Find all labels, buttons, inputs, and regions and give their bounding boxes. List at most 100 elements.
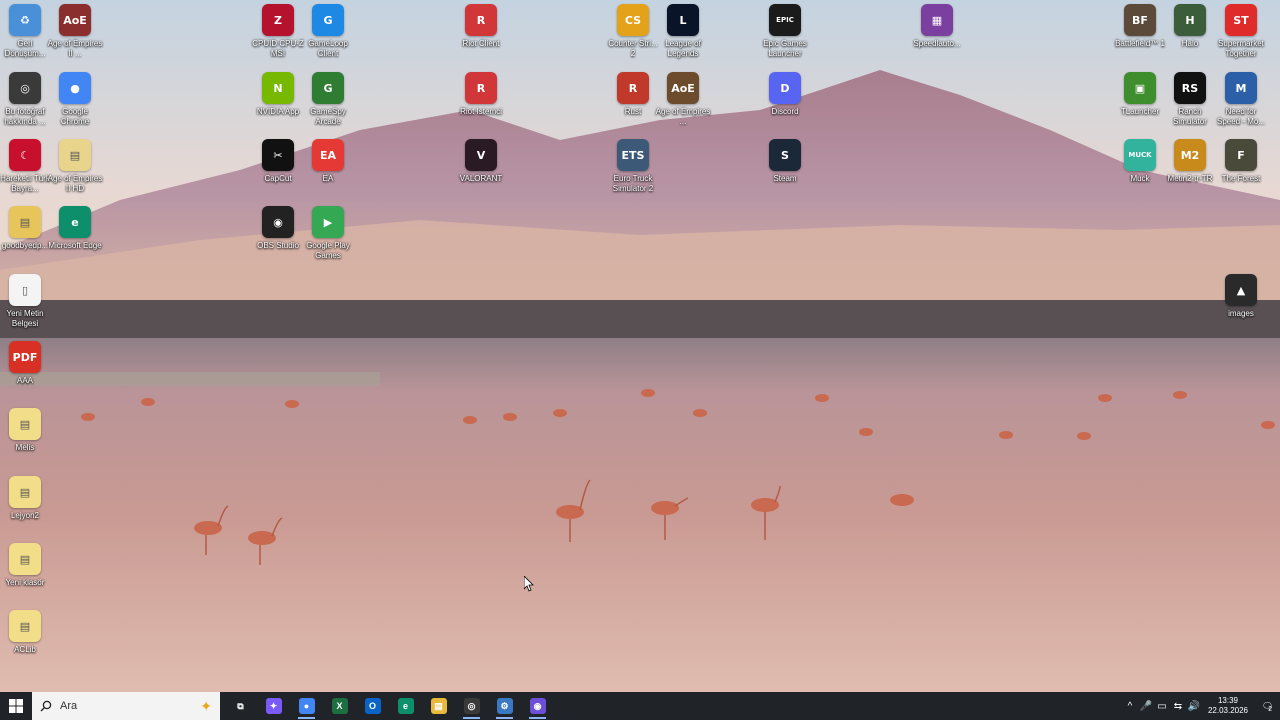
tray-icon[interactable]: 🔊 <box>1186 692 1202 720</box>
taskbar-app-settings-button[interactable]: ⚙ <box>488 692 521 720</box>
app-red-icon: ◎ <box>463 698 480 714</box>
desktop-icon[interactable]: G GameSpy Arcade <box>300 72 356 127</box>
desktop-icon-label: images <box>1228 309 1254 318</box>
desktop-icon[interactable]: ● Google Chrome <box>47 72 103 127</box>
desktop-icon-label: Age of Empires ... <box>655 107 711 126</box>
app-icon: ✂ <box>262 139 294 171</box>
desktop-icon[interactable]: ST Supermarket Together <box>1213 4 1269 59</box>
desktop-icon[interactable]: S Steam <box>757 139 813 184</box>
desktop-icon[interactable]: ♻ Geri Dönüşüm... <box>0 4 53 59</box>
desktop-icon[interactable]: EA EA <box>300 139 356 184</box>
desktop-icon[interactable]: R Riot Client <box>453 4 509 49</box>
desktop-icon-label: Metin2-tr-TR <box>1167 174 1213 183</box>
desktop-icon[interactable]: EPIC Epic Games Launcher <box>757 4 813 59</box>
taskbar-chrome-button[interactable]: ● <box>290 692 323 720</box>
taskbar: Ara ✦ ⧉ ✦ ● X Oe ▤ ◎ ⚙ ◉ ^ 🎤 ▭ ⇆ 🔊 13:39 22.03.2026 … <box>0 692 1280 720</box>
desktop-icon-label: Melis <box>15 443 35 452</box>
tray-icon[interactable]: 🎤 <box>1138 692 1154 720</box>
desktop-icon[interactable]: M Need for Speed - Mo... <box>1213 72 1269 127</box>
desktop-icon[interactable]: AoE Age of Empires ... <box>655 72 711 127</box>
desktop-icon[interactable]: L League of Legends <box>655 4 711 59</box>
desktop-icon[interactable]: PDF AAA <box>0 341 53 386</box>
desktop-icon[interactable]: ☾ Hareketli Türk Bayra... <box>0 139 53 194</box>
desktop-icon-label: Steam <box>773 174 797 183</box>
desktop-icon-label: Lejyon2 <box>10 511 40 520</box>
desktop-icon-label: GameSpy Arcade <box>310 107 346 126</box>
desktop-icon[interactable]: ▤ Age of Empires II HD <box>47 139 103 194</box>
taskbar-file-explorer-button[interactable]: ▤ <box>422 692 455 720</box>
desktop-icon[interactable]: ETS Euro Truck Simulator 2 <box>605 139 661 194</box>
notification-count: 2 <box>1268 705 1273 713</box>
desktop-icon[interactable]: ▤ goodbyedp... <box>0 206 53 251</box>
desktop-icon[interactable]: e Microsoft Edge <box>47 206 103 251</box>
desktop-icon[interactable]: Z CPUID CPU-Z MSI <box>250 4 306 59</box>
desktop-icon-label: Google Chrome <box>60 107 90 126</box>
desktop-icon[interactable]: ◉ OBS Studio <box>250 206 306 251</box>
taskbar-app-red-button[interactable]: ◎ <box>455 692 488 720</box>
desktop-icon-label: GameLoop Client <box>308 39 348 58</box>
desktop-icon[interactable]: CS Counter Stri... 2 <box>605 4 661 59</box>
desktop-icon-label: TLauncher <box>1120 107 1160 116</box>
desktop-icon[interactable]: MUCK Muck <box>1112 139 1168 184</box>
desktop-icon-label: Counter Stri... 2 <box>608 39 658 58</box>
desktop-icon-label: Geri Dönüşüm... <box>4 39 46 58</box>
taskbar-outlook-button[interactable]: O <box>356 692 389 720</box>
taskbar-edge-button[interactable]: e <box>389 692 422 720</box>
app-icon: G <box>312 4 344 36</box>
desktop-icon[interactable]: M2 Metin2-tr-TR <box>1162 139 1218 184</box>
app-icon: R <box>465 72 497 104</box>
app-icon: AoE <box>59 4 91 36</box>
clock[interactable]: 13:39 22.03.2026 <box>1208 696 1248 716</box>
desktop-icon-label: Muck <box>1130 174 1150 183</box>
desktop-icon[interactable]: ▣ TLauncher <box>1112 72 1168 117</box>
desktop-icon[interactable]: R Riot Istemci <box>453 72 509 117</box>
desktop-icon[interactable]: RS Ranch Simulator <box>1162 72 1218 127</box>
app-icon: ☾ <box>9 139 41 171</box>
desktop-icon[interactable]: ◎ Bu fotoğraf hakkında ... <box>0 72 53 127</box>
windows-logo-icon <box>9 699 23 713</box>
taskbar-copilot-button[interactable]: ✦ <box>257 692 290 720</box>
app-icon: N <box>262 72 294 104</box>
file-explorer-icon: ▤ <box>430 698 447 714</box>
desktop-icon[interactable]: ▯ Yeni Metin Belgesi <box>0 274 53 329</box>
start-button[interactable] <box>0 692 32 720</box>
taskbar-task-view-button[interactable]: ⧉ <box>224 692 257 720</box>
desktop-icon[interactable]: N NVIDIA App <box>250 72 306 117</box>
notification-center-button[interactable]: 🗨 2 <box>1254 692 1280 720</box>
desktop-icon[interactable]: ▦ Speedlauto... <box>909 4 965 49</box>
desktop-icon[interactable]: BF Battlefield™ 1 <box>1112 4 1168 49</box>
app-icon: e <box>59 206 91 238</box>
desktop-icon[interactable]: F The Forest <box>1213 139 1269 184</box>
app-icon: RS <box>1174 72 1206 104</box>
tray-icon[interactable]: ⇆ <box>1170 692 1186 720</box>
tray-icon[interactable]: ▭ <box>1154 692 1170 720</box>
desktop-icon-label: Microsoft Edge <box>48 241 102 250</box>
desktop-icon-label: CPUID CPU-Z MSI <box>252 39 304 58</box>
desktop-icon[interactable]: ▤ Melis <box>0 408 53 453</box>
copilot-icon: ✦ <box>265 698 282 714</box>
desktop-icon[interactable]: V VALORANT <box>453 139 509 184</box>
desktop-icon[interactable]: D Discord <box>757 72 813 117</box>
taskbar-app-chat-button[interactable]: ◉ <box>521 692 554 720</box>
desktop-icon[interactable]: ▲ images <box>1213 274 1269 319</box>
taskbar-excel-button[interactable]: X <box>323 692 356 720</box>
app-icon: EPIC <box>769 4 801 36</box>
desktop-icon[interactable]: H Halo <box>1162 4 1218 49</box>
app-settings-icon: ⚙ <box>496 698 513 714</box>
desktop-icon-label: Age of Empires II HD <box>47 174 103 193</box>
desktop-icon[interactable]: ✂ CapCut <box>250 139 306 184</box>
desktop-icon-label: Rust <box>624 107 642 116</box>
desktop-icon[interactable]: ▤ Lejyon2 <box>0 476 53 521</box>
desktop-icon[interactable]: R Rust <box>605 72 661 117</box>
tray-icon[interactable]: ^ <box>1122 692 1138 720</box>
desktop-icon[interactable]: AoE Age of Empires II ... <box>47 4 103 59</box>
desktop-icon[interactable]: ▶ Google Play Games <box>300 206 356 261</box>
desktop-icon[interactable]: G GameLoop Client <box>300 4 356 59</box>
desktop-icon-label: OBS Studio <box>257 241 299 250</box>
desktop-icon-label: CapCut <box>264 174 292 183</box>
clock-date: 22.03.2026 <box>1207 706 1248 715</box>
desktop-icon[interactable]: ▤ ACLib <box>0 610 53 655</box>
desktop-icon[interactable]: ▤ Yeni klasör <box>0 543 53 588</box>
taskbar-search[interactable]: Ara ✦ <box>32 692 220 720</box>
system-tray: ^ 🎤 ▭ ⇆ 🔊 13:39 22.03.2026 🗨 2 <box>1122 692 1280 720</box>
